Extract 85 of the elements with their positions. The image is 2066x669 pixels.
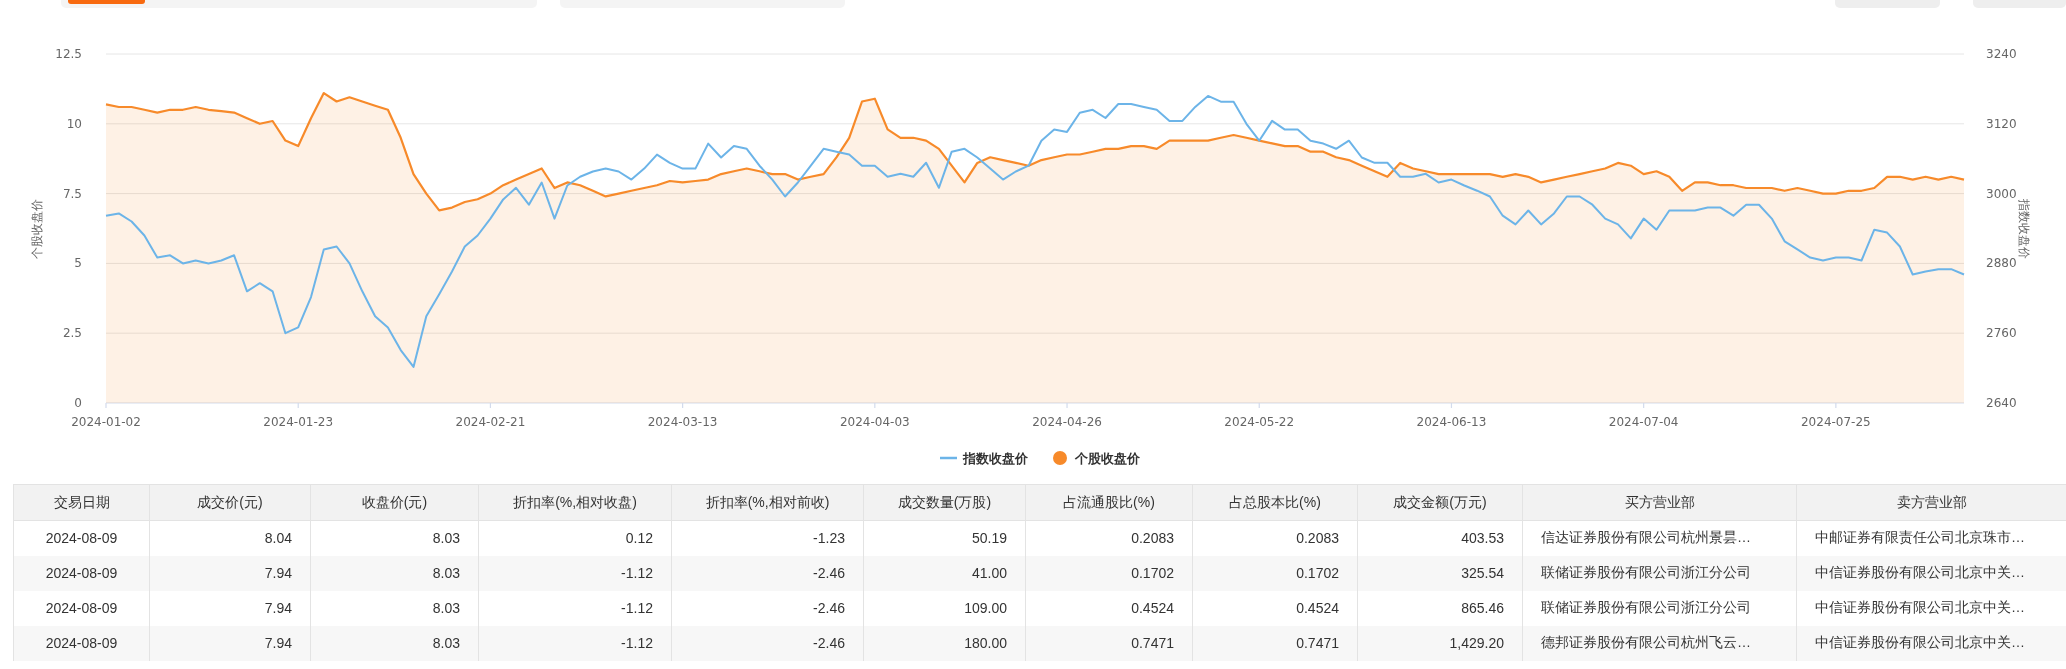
column-header: 占流通股比(%) xyxy=(1025,484,1193,521)
column-header: 收盘价(元) xyxy=(310,484,479,521)
table-cell: 7.94 xyxy=(149,555,311,591)
tick-label: 0 xyxy=(74,396,82,410)
tick-label: 2024-06-13 xyxy=(1416,415,1487,429)
tick-label: 2.5 xyxy=(62,326,82,341)
legend-label: 个股收盘价 xyxy=(1074,451,1141,466)
legend-label: 指数收盘价 xyxy=(962,451,1029,466)
legend-dot-icon xyxy=(1053,451,1067,465)
table-cell: 109.00 xyxy=(863,590,1026,626)
table-cell: -2.46 xyxy=(671,625,864,661)
table-cell: 8.03 xyxy=(310,625,479,661)
table-cell: -1.12 xyxy=(478,625,672,661)
tick-label: 7.5 xyxy=(62,186,82,201)
table-cell: -1.12 xyxy=(478,555,672,591)
table-cell: 7.94 xyxy=(149,625,311,661)
column-header: 成交金额(万元) xyxy=(1357,484,1523,521)
table-cell: 8.04 xyxy=(149,520,311,556)
tick-label: 2640 xyxy=(1986,396,2017,410)
table-cell: 325.54 xyxy=(1357,555,1523,591)
table-cell: 0.1702 xyxy=(1192,555,1358,591)
table-cell: 8.03 xyxy=(310,520,479,556)
table-cell: 信达证券股份有限公司杭州景昙… xyxy=(1522,520,1797,556)
table-cell: 2024-08-09 xyxy=(13,625,150,661)
table-cell: 0.7471 xyxy=(1192,625,1358,661)
table-cell: 2024-08-09 xyxy=(13,520,150,556)
tick-label: 2024-03-13 xyxy=(647,415,718,429)
table-cell: -2.46 xyxy=(671,555,864,591)
table-cell: 联储证券股份有限公司浙江分公司 xyxy=(1522,590,1797,626)
tick-label: 2024-04-26 xyxy=(1032,415,1102,429)
tick-label: 12.5 xyxy=(55,47,82,61)
table-cell: 41.00 xyxy=(863,555,1026,591)
table-cell: 中信证券股份有限公司北京中关… xyxy=(1796,590,2066,626)
column-header: 卖方营业部 xyxy=(1796,484,2066,521)
legend-line-icon xyxy=(940,456,957,460)
table-cell: 中信证券股份有限公司北京中关… xyxy=(1796,555,2066,591)
table-cell: 德邦证券股份有限公司杭州飞云… xyxy=(1522,625,1797,661)
tick-label: 2024-05-22 xyxy=(1224,415,1295,429)
tick-label: 2024-01-02 xyxy=(71,415,141,429)
table-cell: 2024-08-09 xyxy=(13,555,150,591)
column-header: 占总股本比(%) xyxy=(1192,484,1358,521)
column-header: 交易日期 xyxy=(13,484,150,521)
table-cell: -1.12 xyxy=(478,590,672,626)
tick-label: 3120 xyxy=(1986,116,2017,131)
table-cell: 8.03 xyxy=(310,590,479,626)
table-cell: 中信证券股份有限公司北京中关… xyxy=(1796,625,2066,661)
tick-label: 3240 xyxy=(1986,47,2017,61)
table-cell: 0.1702 xyxy=(1025,555,1193,591)
table-cell: 中邮证券有限责任公司北京珠市… xyxy=(1796,520,2066,556)
table-cell: 0.4524 xyxy=(1192,590,1358,626)
column-header: 成交数量(万股) xyxy=(863,484,1026,521)
axis-title: 指数收盘价 xyxy=(2017,199,2031,259)
table-cell: 403.53 xyxy=(1357,520,1523,556)
table-cell: 0.4524 xyxy=(1025,590,1193,626)
legend-item[interactable]: 个股收盘价 xyxy=(1053,451,1140,466)
legend-item[interactable]: 指数收盘价 xyxy=(940,451,1028,466)
tick-label: 5 xyxy=(74,256,82,271)
table-cell: 865.46 xyxy=(1357,590,1523,626)
tick-label: 2880 xyxy=(1986,256,2017,271)
column-header: 买方营业部 xyxy=(1522,484,1797,521)
table-cell: 2024-08-09 xyxy=(13,590,150,626)
table-cell: 0.2083 xyxy=(1025,520,1193,556)
tick-label: 3000 xyxy=(1986,186,2017,201)
table-cell: 0.12 xyxy=(478,520,672,556)
tick-label: 2024-07-25 xyxy=(1801,415,1871,429)
table-cell: 联储证券股份有限公司浙江分公司 xyxy=(1522,555,1797,591)
column-header: 折扣率(%,相对前收) xyxy=(671,484,864,521)
table-cell: 0.7471 xyxy=(1025,625,1193,661)
table-cell: 7.94 xyxy=(149,590,311,626)
axis-title: 个股收盘价 xyxy=(30,199,44,259)
table-cell: -2.46 xyxy=(671,590,864,626)
table-cell: 50.19 xyxy=(863,520,1026,556)
column-header: 折扣率(%,相对收盘) xyxy=(478,484,672,521)
table-cell: -1.23 xyxy=(671,520,864,556)
table-cell: 0.2083 xyxy=(1192,520,1358,556)
table-cell: 8.03 xyxy=(310,555,479,591)
tick-label: 2024-01-23 xyxy=(263,415,334,429)
tick-label: 2760 xyxy=(1986,326,2017,341)
tick-label: 10 xyxy=(66,116,82,131)
table-cell: 180.00 xyxy=(863,625,1026,661)
tick-label: 2024-04-03 xyxy=(839,415,910,429)
table-cell: 1,429.20 xyxy=(1357,625,1523,661)
tick-label: 2024-02-21 xyxy=(455,415,526,429)
column-header: 成交价(元) xyxy=(149,484,311,521)
tick-label: 2024-07-04 xyxy=(1608,415,1679,429)
